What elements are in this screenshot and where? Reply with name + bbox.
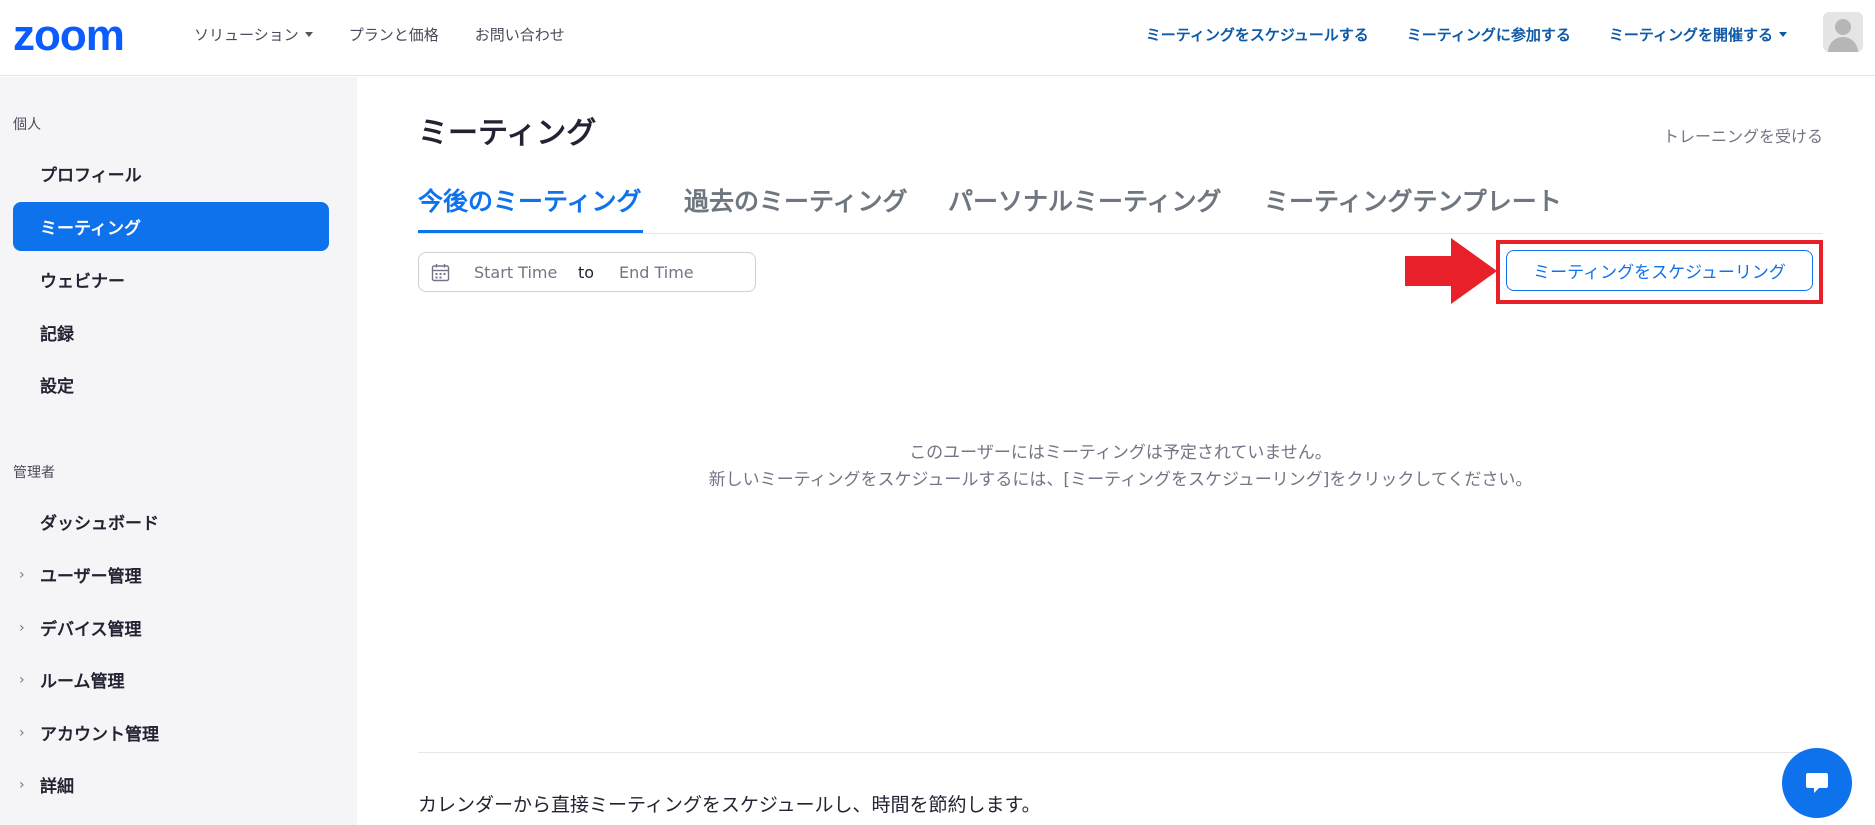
nav-solutions[interactable]: ソリューション	[194, 24, 313, 45]
sidebar-item-profile[interactable]: プロフィール	[13, 149, 329, 198]
top-header: zoom ソリューション プランと価格 お問い合わせ ミーティングをスケジュール…	[0, 0, 1875, 76]
tab-personal-room[interactable]: パーソナルミーティング	[948, 182, 1222, 218]
top-nav: ソリューション プランと価格 お問い合わせ	[194, 24, 565, 45]
sidebar-item-device-management[interactable]: › デバイス管理	[13, 603, 329, 652]
nav-pricing[interactable]: プランと価格	[349, 24, 439, 45]
sidebar-item-settings[interactable]: 設定	[13, 360, 329, 409]
chevron-right-icon: ›	[19, 672, 25, 688]
sidebar-item-meetings[interactable]: ミーティング	[13, 202, 329, 251]
sidebar-item-advanced[interactable]: › 詳細	[13, 760, 329, 809]
sidebar-item-label: デバイス管理	[40, 620, 142, 640]
schedule-meeting-button[interactable]: ミーティングをスケジューリング	[1506, 250, 1813, 291]
nav-contact[interactable]: お問い合わせ	[475, 24, 565, 45]
calendar-integration-note: カレンダーから直接ミーティングをスケジュールし、時間を節約します。	[418, 794, 1041, 816]
nav-schedule-meeting[interactable]: ミーティングをスケジュールする	[1146, 24, 1369, 45]
meeting-tabs: 今後のミーティング 過去のミーティング パーソナルミーティング ミーティングテン…	[418, 182, 1823, 234]
sidebar-item-label: アカウント管理	[40, 725, 159, 745]
nav-host-meeting[interactable]: ミーティングを開催する	[1609, 24, 1787, 45]
sidebar-item-label: ユーザー管理	[40, 567, 142, 587]
date-range-separator: to	[578, 263, 595, 282]
calendar-icon	[431, 264, 450, 282]
chevron-right-icon: ›	[19, 725, 25, 741]
active-tab-indicator	[418, 230, 643, 233]
red-arrow-annotation	[1405, 238, 1497, 304]
chat-button[interactable]	[1782, 748, 1852, 818]
chevron-down-icon	[304, 32, 313, 37]
chevron-right-icon: ›	[19, 620, 25, 636]
training-link[interactable]: トレーニングを受ける	[1663, 123, 1823, 147]
divider	[418, 752, 1823, 753]
chevron-down-icon	[1779, 32, 1787, 37]
sidebar-heading-personal: 個人	[13, 117, 41, 133]
empty-state-message: このユーザーにはミーティングは予定されていません。 新しいミーティングをスケジュ…	[418, 440, 1823, 494]
sidebar-heading-admin: 管理者	[13, 465, 55, 481]
right-nav: ミーティングをスケジュールする ミーティングに参加する ミーティングを開催する	[1146, 24, 1787, 45]
page-title: ミーティング	[418, 116, 597, 151]
avatar-head-shape	[1835, 19, 1851, 35]
avatar-body-shape	[1828, 37, 1858, 52]
nav-join-meeting[interactable]: ミーティングに参加する	[1407, 24, 1571, 45]
chevron-right-icon: ›	[19, 777, 25, 793]
end-time-input[interactable]: End Time	[619, 263, 694, 282]
nav-host-meeting-label: ミーティングを開催する	[1608, 26, 1773, 44]
start-time-input[interactable]: Start Time	[474, 263, 557, 282]
chat-bubble-icon	[1806, 773, 1828, 793]
sidebar-item-label: ルーム管理	[40, 672, 125, 692]
tab-meeting-templates[interactable]: ミーティングテンプレート	[1264, 182, 1562, 218]
tab-upcoming-meetings[interactable]: 今後のミーティング	[418, 182, 642, 218]
empty-state-line2: 新しいミーティングをスケジュールするには、[ミーティングをスケジューリング]をク…	[708, 470, 1533, 490]
chevron-right-icon: ›	[19, 567, 25, 583]
sidebar-item-label: 詳細	[40, 777, 74, 797]
sidebar-item-account-management[interactable]: › アカウント管理	[13, 708, 329, 757]
avatar[interactable]	[1823, 12, 1863, 52]
sidebar-item-recordings[interactable]: 記録	[13, 308, 329, 357]
sidebar-item-dashboard[interactable]: ダッシュボード	[13, 497, 329, 546]
zoom-logo[interactable]: zoom	[13, 14, 125, 58]
sidebar-item-webinars[interactable]: ウェビナー	[13, 255, 329, 304]
tab-previous-meetings[interactable]: 過去のミーティング	[684, 182, 908, 218]
sidebar-item-user-management[interactable]: › ユーザー管理	[13, 550, 329, 599]
nav-solutions-label: ソリューション	[194, 26, 299, 44]
date-range-picker[interactable]: Start Time to End Time	[418, 252, 756, 292]
sidebar: 個人 プロフィール ミーティング ウェビナー 記録 設定 管理者 ダッシュボード…	[0, 77, 357, 825]
empty-state-line1: このユーザーにはミーティングは予定されていません。	[909, 443, 1332, 463]
sidebar-item-room-management[interactable]: › ルーム管理	[13, 655, 329, 704]
